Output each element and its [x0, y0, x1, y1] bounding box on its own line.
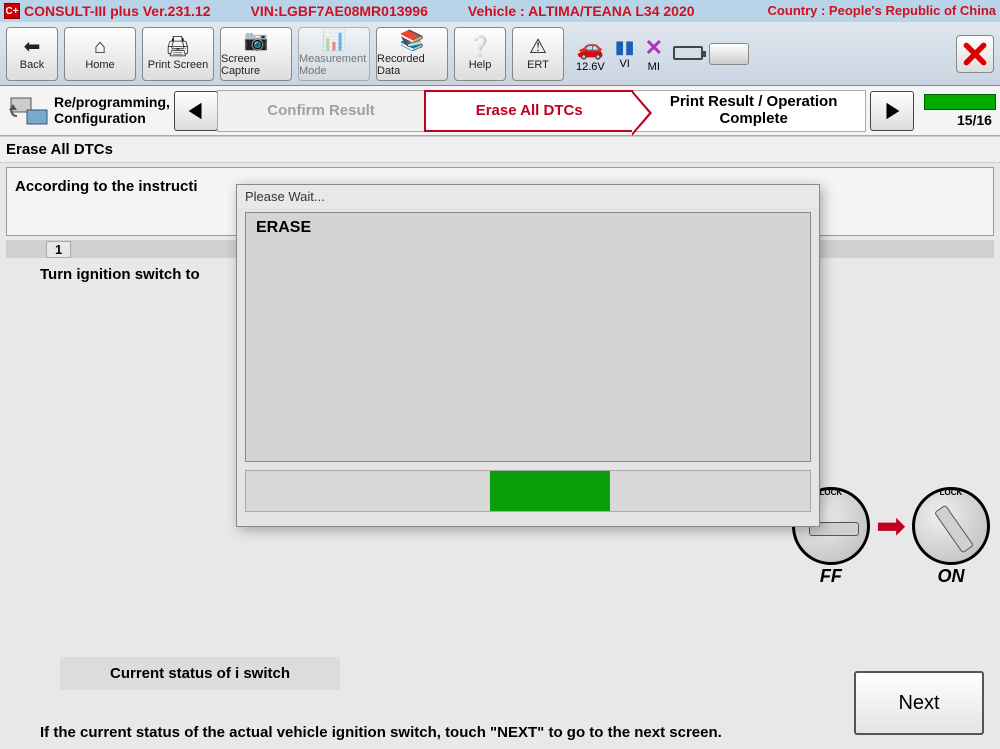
- ert-button[interactable]: ⚠ ERT: [512, 27, 564, 81]
- minimize-button[interactable]: [709, 43, 749, 65]
- flow-next-button[interactable]: [870, 91, 914, 131]
- measurement-mode-button[interactable]: 📊 Measurement Mode: [298, 27, 370, 81]
- app-badge-icon: C+: [4, 3, 20, 19]
- modal-progress-chunk: [490, 471, 610, 511]
- screen-capture-button[interactable]: 📷 Screen Capture: [220, 27, 292, 81]
- header-bar: C+ CONSULT-III plus Ver.231.12 VIN:LGBF7…: [0, 0, 1000, 22]
- home-button[interactable]: ⌂ Home: [64, 27, 136, 81]
- step-print-result[interactable]: Print Result / Operation Complete: [633, 90, 866, 132]
- gauge-icon: 📊: [322, 31, 347, 51]
- voltage-label: 12.6V: [576, 61, 605, 73]
- mi-label: MI: [645, 61, 663, 73]
- help-button[interactable]: ❔ Help: [454, 27, 506, 81]
- ignition-dial-on-icon: LOCK: [912, 487, 990, 565]
- vehicle-text: Vehicle : ALTIMA/TEANA L34 2020: [468, 3, 768, 19]
- app-title: CONSULT-III plus Ver.231.12: [24, 3, 210, 19]
- ignition-status-box: Current status of i switch: [60, 657, 340, 690]
- close-icon: [962, 41, 988, 67]
- folder-icon: 📚: [400, 31, 425, 51]
- progress-text: 15/16: [957, 112, 996, 128]
- ert-label: ERT: [527, 59, 549, 71]
- capture-label: Screen Capture: [221, 53, 291, 77]
- dial-lock-label-2: LOCK: [940, 488, 963, 497]
- step-erase-all-dtcs[interactable]: Erase All DTCs: [424, 90, 634, 132]
- camera-icon: 📷: [244, 31, 269, 51]
- dial-off-label: FF: [792, 566, 870, 587]
- car-icon: 🚗: [576, 35, 605, 61]
- ignition-dial-row: LOCK FF ➡ LOCK ON: [792, 487, 990, 565]
- mi-x-icon: ✕: [645, 35, 663, 61]
- recorded-data-button[interactable]: 📚 Recorded Data: [376, 27, 448, 81]
- country-text: Country : People's Republic of China: [768, 4, 996, 18]
- red-arrow-icon: ➡: [876, 505, 906, 547]
- next-button[interactable]: Next: [854, 671, 984, 735]
- main-toolbar: ⬅ Back ⌂ Home 🖨 Print Screen 📷 Screen Ca…: [0, 22, 1000, 86]
- battery-icon: [673, 46, 703, 60]
- progress-bar: [924, 94, 996, 110]
- dial-on-label: ON: [912, 566, 990, 587]
- measure-label: Measurement Mode: [299, 53, 369, 77]
- recorded-label: Recorded Data: [377, 53, 447, 77]
- flow-mode-label: Re/programming, Configuration: [54, 95, 174, 126]
- back-arrow-icon: ⬅: [24, 37, 41, 57]
- print-label: Print Screen: [148, 59, 209, 71]
- close-button[interactable]: [956, 35, 994, 73]
- triangle-right-icon: [881, 100, 903, 122]
- modal-title: Please Wait...: [237, 185, 819, 208]
- help-icon: ❔: [468, 37, 493, 57]
- step-number: 1: [46, 241, 71, 258]
- help-label: Help: [469, 59, 492, 71]
- progress-indicator: 15/16: [920, 91, 996, 131]
- section-title: Erase All DTCs: [0, 136, 1000, 163]
- vin-text: VIN:LGBF7AE08MR013996: [250, 3, 427, 19]
- please-wait-modal: Please Wait... ERASE: [236, 184, 820, 527]
- print-screen-button[interactable]: 🖨 Print Screen: [142, 27, 214, 81]
- home-icon: ⌂: [94, 37, 106, 57]
- back-button[interactable]: ⬅ Back: [6, 27, 58, 81]
- warning-icon: ⚠: [529, 37, 547, 57]
- home-label: Home: [85, 59, 114, 71]
- vi-label: VI: [615, 58, 635, 70]
- final-instruction-text: If the current status of the actual vehi…: [40, 723, 960, 743]
- status-icons: 🚗 12.6V ▮▮ VI ✕ MI: [576, 35, 703, 73]
- triangle-left-icon: [185, 100, 207, 122]
- back-label: Back: [20, 59, 44, 71]
- reprogramming-icon: [4, 91, 54, 131]
- flow-bar: Re/programming, Configuration Confirm Re…: [0, 86, 1000, 136]
- flow-prev-button[interactable]: [174, 91, 218, 131]
- printer-icon: 🖨: [165, 37, 190, 57]
- modal-progress-bar: [245, 470, 811, 512]
- modal-body: ERASE: [245, 212, 811, 462]
- step-confirm-result[interactable]: Confirm Result: [217, 90, 425, 132]
- vi-icon: ▮▮: [615, 37, 635, 58]
- dial-lock-label: LOCK: [819, 488, 842, 497]
